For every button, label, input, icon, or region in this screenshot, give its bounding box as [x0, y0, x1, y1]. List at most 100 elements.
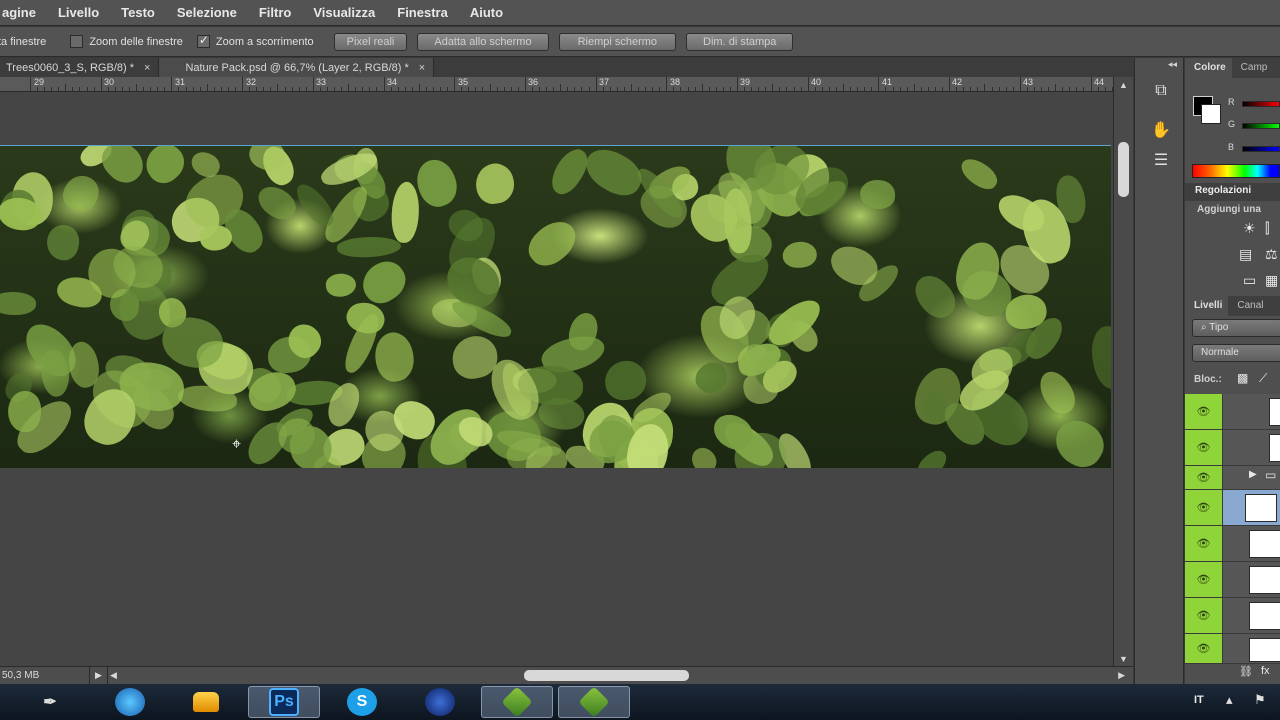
- brush-presets-icon[interactable]: ✋: [1150, 120, 1172, 142]
- language-indicator[interactable]: IT: [1194, 694, 1204, 706]
- vibrance-icon[interactable]: ▤: [1239, 246, 1252, 263]
- flag-icon[interactable]: ⚑: [1254, 692, 1266, 708]
- eye-icon[interactable]: 👁: [1185, 490, 1223, 525]
- photoshop-app[interactable]: Ps: [248, 686, 320, 718]
- g-slider[interactable]: [1242, 123, 1280, 129]
- background-color-swatch[interactable]: [1201, 104, 1221, 124]
- mixer-icon[interactable]: ▦: [1265, 272, 1278, 289]
- scroll-down-icon[interactable]: ▼: [1119, 654, 1128, 664]
- collapse-icon[interactable]: ◂◂: [1168, 59, 1177, 70]
- ruler-number: 34: [387, 77, 398, 87]
- ruler-tick: [263, 87, 265, 91]
- adjustments-title[interactable]: Regolazioni: [1195, 185, 1251, 196]
- layer-row-selected[interactable]: 👁: [1185, 490, 1280, 526]
- canvas-area[interactable]: ⌖: [0, 92, 1113, 666]
- horizontal-scrollbar[interactable]: ◀ ▶: [108, 667, 1133, 684]
- scroll-left-icon[interactable]: ◀: [110, 670, 117, 681]
- zoom-all-windows-checkbox[interactable]: [70, 35, 84, 48]
- tab-trees[interactable]: Trees0060_3_S, RGB/8) * ×: [0, 58, 160, 77]
- fit-screen-button[interactable]: Adatta allo schermo: [417, 32, 549, 51]
- levels-icon[interactable]: ⫿: [1265, 220, 1269, 237]
- brightness-icon[interactable]: ☀: [1243, 220, 1256, 237]
- eye-icon[interactable]: 👁: [1185, 598, 1223, 633]
- tab-canali[interactable]: Canal: [1228, 296, 1269, 316]
- color-spectrum[interactable]: [1192, 164, 1280, 178]
- folder-app[interactable]: [170, 686, 242, 718]
- eye-icon[interactable]: 👁: [1185, 466, 1223, 489]
- ruler-number: 32: [246, 77, 257, 87]
- play-icon[interactable]: ▶: [90, 667, 108, 684]
- layer-style-icon[interactable]: fx: [1261, 665, 1270, 677]
- close-icon[interactable]: ×: [144, 62, 150, 74]
- photo-filter-icon[interactable]: ▭: [1243, 272, 1256, 289]
- tool-presets-icon[interactable]: ☰: [1150, 150, 1172, 172]
- menu-selezione[interactable]: Selezione: [166, 5, 248, 20]
- scroll-up-icon[interactable]: ▲: [1119, 80, 1128, 90]
- ruler-tick: [1019, 77, 1021, 91]
- b-slider[interactable]: [1242, 146, 1280, 152]
- tab-livelli[interactable]: Livelli: [1185, 296, 1229, 316]
- menu-testo[interactable]: Testo: [110, 5, 166, 20]
- ruler-tick: [807, 77, 809, 91]
- lock-brush-icon[interactable]: ⟋: [1259, 371, 1267, 386]
- resize-windows-option[interactable]: ta finestre: [0, 36, 46, 48]
- app-icon-1: [501, 686, 533, 718]
- link-layers-icon[interactable]: ⛓: [1239, 665, 1253, 678]
- eye-icon[interactable]: 👁: [1185, 634, 1223, 663]
- pen-tool-app[interactable]: ✒: [14, 686, 86, 718]
- skype-app[interactable]: S: [326, 686, 398, 718]
- scrubby-zoom-checkbox[interactable]: [196, 33, 210, 48]
- layer-row[interactable]: 👁: [1185, 526, 1280, 562]
- menu-livello[interactable]: Livello: [47, 5, 110, 20]
- eye-icon[interactable]: 👁: [1185, 562, 1223, 597]
- leaf: [371, 329, 417, 384]
- layer-thumbnail: [1249, 638, 1280, 662]
- menu-finestra[interactable]: Finestra: [386, 5, 459, 20]
- layer-kind-select[interactable]: ⌕ Tipo: [1192, 319, 1280, 337]
- eye-icon[interactable]: 👁: [1185, 430, 1223, 465]
- vertical-scroll-thumb[interactable]: [1118, 142, 1129, 197]
- lock-transparent-icon[interactable]: ▩: [1237, 371, 1248, 385]
- zoom-all-windows-option[interactable]: Zoom delle finestre: [70, 35, 183, 48]
- menu-filtro[interactable]: Filtro: [248, 5, 303, 20]
- leaf: [1033, 365, 1082, 419]
- cinema4d-app[interactable]: [404, 686, 476, 718]
- close-icon[interactable]: ×: [419, 62, 425, 74]
- browser-app[interactable]: [94, 686, 166, 718]
- vertical-scrollbar[interactable]: ▲ ▼: [1113, 77, 1133, 666]
- layer-row[interactable]: 👁: [1185, 394, 1280, 430]
- fill-screen-button[interactable]: Riempi schermo: [558, 32, 677, 51]
- horizontal-scroll-thumb[interactable]: [524, 670, 689, 681]
- app-1[interactable]: [481, 686, 553, 718]
- tray-arrow-icon[interactable]: ▴: [1226, 692, 1233, 708]
- app-2[interactable]: [558, 686, 630, 718]
- menu-aiuto[interactable]: Aiuto: [459, 5, 514, 20]
- ruler-tick: [998, 87, 1000, 91]
- tab-nature-pack[interactable]: Nature Pack.psd @ 66,7% (Layer 2, RGB/8)…: [159, 58, 435, 77]
- history-icon[interactable]: ⧉: [1150, 82, 1172, 104]
- leaves-image[interactable]: ⌖: [0, 145, 1111, 468]
- print-size-button[interactable]: Dim. di stampa: [686, 32, 794, 51]
- layer-row[interactable]: 👁: [1185, 634, 1280, 664]
- layer-row[interactable]: 👁: [1185, 562, 1280, 598]
- menu-immagine[interactable]: agine: [0, 5, 47, 20]
- tab-nature-pack-label: Nature Pack.psd @ 66,7% (Layer 2, RGB/8)…: [185, 61, 409, 74]
- layer-kind-label: Tipo: [1209, 322, 1229, 333]
- balance-icon[interactable]: ⚖: [1265, 246, 1278, 263]
- scroll-right-icon[interactable]: ▶: [1118, 670, 1125, 681]
- layer-row[interactable]: 👁: [1185, 430, 1280, 466]
- r-slider[interactable]: [1242, 101, 1280, 107]
- actual-pixels-button[interactable]: Pixel reali: [333, 32, 408, 51]
- menu-visualizza[interactable]: Visualizza: [302, 5, 386, 20]
- horizontal-ruler: 29 30 31 32 33 34 35 36 37 38 39 40 41 4…: [0, 77, 1118, 92]
- blend-mode-select[interactable]: Normale: [1192, 344, 1280, 362]
- layer-group-row[interactable]: 👁 ▶ ▭: [1185, 466, 1280, 490]
- tab-campioni[interactable]: Camp: [1232, 58, 1274, 78]
- tab-colore[interactable]: Colore: [1185, 58, 1232, 78]
- scrubby-zoom-option[interactable]: Zoom a scorrimento: [196, 33, 314, 48]
- eye-icon[interactable]: 👁: [1185, 526, 1223, 561]
- b-label: B: [1228, 142, 1235, 152]
- expand-arrow-icon[interactable]: ▶: [1249, 469, 1257, 480]
- layer-row[interactable]: 👁: [1185, 598, 1280, 634]
- eye-icon[interactable]: 👁: [1185, 394, 1223, 429]
